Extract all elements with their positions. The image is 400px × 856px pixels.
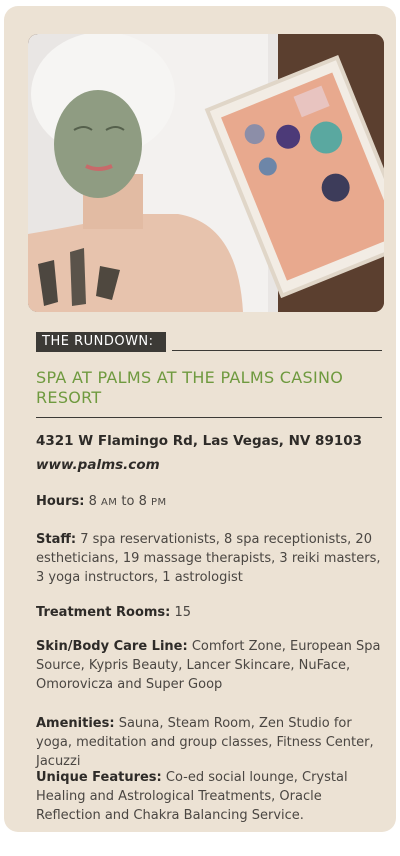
spa-photo	[28, 34, 384, 312]
unique-features-label: Unique Features:	[36, 770, 162, 785]
divider-top	[172, 350, 382, 351]
address: 4321 W Flamingo Rd, Las Vegas, NV 89103	[36, 433, 363, 449]
rooms-field: Treatment Rooms: 15	[36, 603, 384, 622]
care-line-field: Skin/Body Care Line: Comfort Zone, Europ…	[36, 637, 384, 694]
care-line-label: Skin/Body Care Line:	[36, 639, 188, 654]
hours-close: 8	[138, 494, 147, 509]
unique-features-field: Unique Features: Co-ed social lounge, Cr…	[36, 768, 384, 825]
hours-open: 8	[88, 494, 97, 509]
hours-field: Hours: 8 AM to 8 PM	[36, 492, 384, 512]
rooms-value: 15	[174, 605, 192, 620]
hours-to: to	[121, 494, 135, 509]
staff-value: 7 spa reservationists, 8 spa receptionis…	[36, 532, 381, 585]
hours-label: Hours:	[36, 494, 85, 509]
staff-field: Staff: 7 spa reservationists, 8 spa rece…	[36, 530, 384, 587]
amenities-field: Amenities: Sauna, Steam Room, Zen Studio…	[36, 714, 384, 771]
hours-close-suffix: PM	[151, 497, 167, 508]
divider-mid	[36, 417, 382, 418]
rundown-tag: THE RUNDOWN:	[36, 332, 166, 352]
staff-label: Staff:	[36, 532, 77, 547]
spa-title: SPA AT PALMS AT THE PALMS CASINO RESORT	[36, 368, 344, 407]
website-link[interactable]: www.palms.com	[36, 457, 160, 473]
rooms-label: Treatment Rooms:	[36, 605, 171, 620]
rundown-card: THE RUNDOWN: SPA AT PALMS AT THE PALMS C…	[4, 6, 396, 832]
amenities-label: Amenities:	[36, 716, 115, 731]
hours-open-suffix: AM	[100, 497, 118, 508]
